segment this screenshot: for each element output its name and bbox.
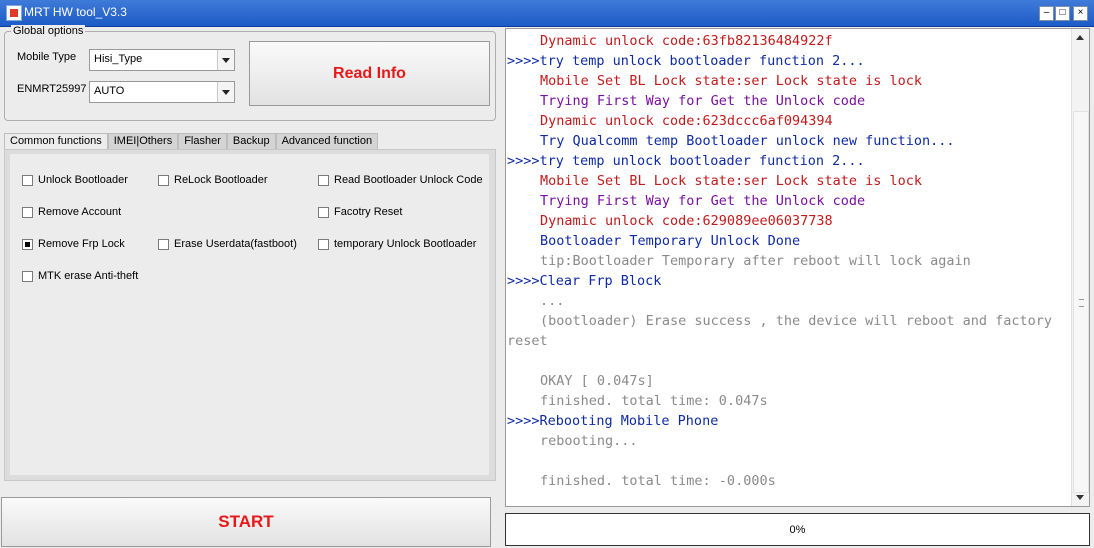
log-line: ... (540, 293, 565, 309)
global-options-group: Global options Mobile Type Hisi_Type ENM… (4, 25, 496, 121)
erase-userdata-checkbox[interactable]: Erase Userdata(fastboot) (158, 238, 297, 250)
read-bootloader-unlock-code-checkbox[interactable]: Read Bootloader Unlock Code (318, 174, 483, 186)
remove-account-checkbox[interactable]: Remove Account (22, 206, 121, 218)
read-info-button[interactable]: Read Info (249, 41, 490, 106)
app-icon (6, 5, 22, 21)
log-line: >>>>Clear Frp Block (507, 273, 662, 289)
log-line: >>>>try temp unlock bootloader function … (507, 153, 865, 169)
checkbox-box[interactable] (318, 174, 329, 186)
log-scrollbar[interactable] (1071, 29, 1089, 506)
mobile-type-select[interactable]: Hisi_Type (89, 49, 235, 71)
title-bar: MRT HW tool_V3.3 – □ × (0, 0, 1094, 27)
log-line: Mobile Set BL Lock state:ser Lock state … (540, 73, 923, 89)
log-line: Dynamic unlock code:623dccc6af094394 (540, 113, 833, 129)
checkbox-box[interactable] (22, 206, 33, 218)
relock-bootloader-checkbox[interactable]: ReLock Bootloader (158, 174, 268, 186)
log-line: Trying First Way for Get the Unlock code (540, 193, 866, 209)
mtk-erase-anti-theft-checkbox[interactable]: MTK erase Anti-theft (22, 270, 138, 282)
unlock-bootloader-checkbox[interactable]: Unlock Bootloader (22, 174, 128, 186)
maximize-button[interactable]: □ (1055, 6, 1070, 21)
log-line: Try Qualcomm temp Bootloader unlock new … (540, 133, 955, 149)
tab-backup[interactable]: Backup (226, 133, 276, 150)
scroll-down-arrow-icon[interactable] (1076, 495, 1084, 500)
checkbox-box[interactable] (22, 174, 33, 186)
function-tabs: Common functions IMEI|Others Flasher Bac… (4, 133, 379, 150)
log-line: Trying First Way for Get the Unlock code (540, 93, 866, 109)
checkbox-label: MTK erase Anti-theft (38, 270, 139, 282)
start-button[interactable]: START (1, 497, 491, 547)
checkbox-box[interactable] (318, 206, 329, 218)
grip-icon (1079, 299, 1084, 307)
checkbox-box[interactable] (158, 238, 169, 250)
log-line: (bootloader) Erase success , the device … (540, 313, 1053, 329)
chevron-down-icon[interactable] (217, 82, 234, 102)
close-button[interactable]: × (1073, 6, 1088, 21)
log-line: OKAY [ 0.047s] (540, 373, 654, 389)
log-output[interactable]: Dynamic unlock code:63fb82136484922f >>>>… (505, 28, 1090, 507)
checkbox-label: Remove Account (38, 206, 122, 218)
log-line: Dynamic unlock code:629089ee06037738 (540, 213, 833, 229)
log-line: rebooting... (540, 433, 638, 449)
temporary-unlock-bootloader-checkbox[interactable]: temporary Unlock Bootloader (318, 238, 476, 250)
enmrt-select[interactable]: AUTO (89, 81, 235, 103)
log-lines: Dynamic unlock code:63fb82136484922f >>>>… (507, 31, 1072, 491)
checkbox-label: Unlock Bootloader (38, 174, 128, 186)
mobile-type-label: Mobile Type (17, 51, 77, 63)
enmrt-label: ENMRT25997 (17, 83, 87, 95)
scroll-up-arrow-icon[interactable] (1076, 35, 1084, 40)
checkbox-label: Erase Userdata(fastboot) (174, 238, 297, 250)
window-title: MRT HW tool_V3.3 (24, 5, 127, 19)
tab-common-functions[interactable]: Common functions (4, 133, 108, 150)
log-line: >>>>Rebooting Mobile Phone (507, 413, 719, 429)
checkbox-label: temporary Unlock Bootloader (334, 238, 477, 250)
checkbox-box[interactable] (318, 238, 329, 250)
scroll-thumb[interactable] (1073, 111, 1089, 493)
log-line: >>>>try temp unlock bootloader function … (507, 53, 865, 69)
log-line: finished. total time: -0.000s (540, 473, 776, 489)
factory-reset-checkbox[interactable]: Facotry Reset (318, 206, 402, 218)
checkbox-box-checked[interactable] (22, 238, 33, 250)
tab-imei-others[interactable]: IMEI|Others (107, 133, 179, 150)
log-line: Dynamic unlock code:63fb82136484922f (540, 33, 833, 49)
checkbox-box[interactable] (158, 174, 169, 186)
checkbox-label: Facotry Reset (334, 206, 403, 218)
minimize-button[interactable]: – (1039, 6, 1054, 21)
log-line: tip:Bootloader Temporary after reboot wi… (540, 253, 971, 269)
common-functions-panel: Unlock Bootloader ReLock Bootloader Read… (4, 149, 496, 481)
checkbox-label: Remove Frp Lock (38, 238, 125, 250)
log-line: Mobile Set BL Lock state:ser Lock state … (540, 173, 923, 189)
checkbox-box[interactable] (22, 270, 33, 282)
tab-advanced-function[interactable]: Advanced function (275, 133, 379, 150)
chevron-down-icon[interactable] (217, 50, 234, 70)
checkbox-label: ReLock Bootloader (174, 174, 268, 186)
progress-bar: 0% (505, 513, 1090, 546)
progress-label: 0% (789, 523, 806, 536)
mobile-type-value: Hisi_Type (94, 53, 143, 65)
enmrt-value: AUTO (94, 85, 125, 97)
functions-list: Unlock Bootloader ReLock Bootloader Read… (10, 154, 489, 475)
global-options-legend: Global options (11, 25, 86, 37)
main-area: Global options Mobile Type Hisi_Type ENM… (0, 25, 1094, 548)
remove-frp-lock-checkbox[interactable]: Remove Frp Lock (22, 238, 125, 250)
checkbox-label: Read Bootloader Unlock Code (334, 174, 483, 186)
log-line: reset (507, 333, 548, 349)
log-line: Bootloader Temporary Unlock Done (540, 233, 801, 249)
tab-flasher[interactable]: Flasher (178, 133, 227, 150)
log-line: finished. total time: 0.047s (540, 393, 768, 409)
